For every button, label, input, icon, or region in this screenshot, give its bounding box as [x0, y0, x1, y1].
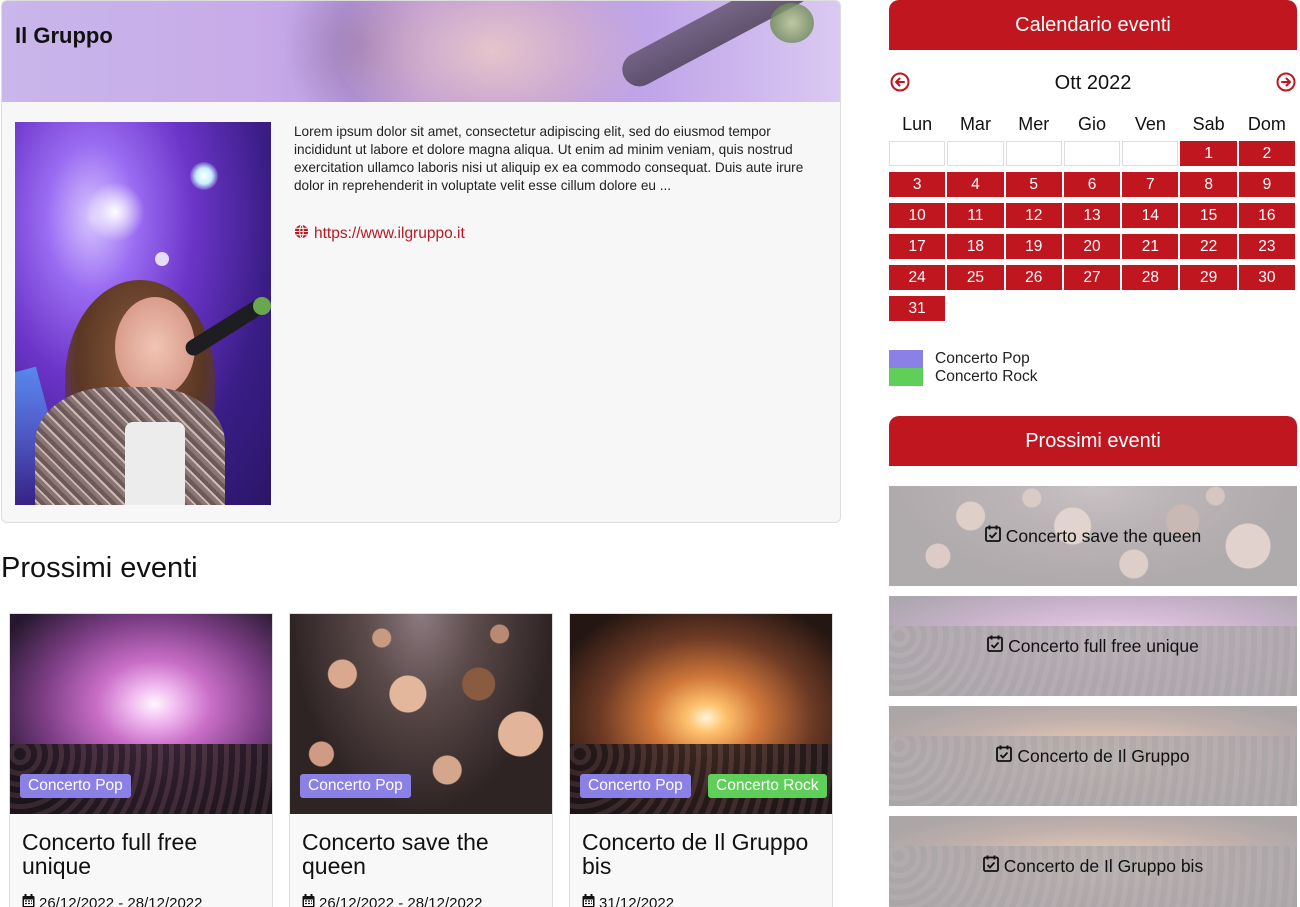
category-badge-pop: Concerto Pop [20, 774, 131, 798]
calendar-day[interactable]: 20 [1063, 234, 1121, 259]
upcoming-event-label: Concerto full free unique [1008, 635, 1199, 656]
events-heading: Prossimi eventi [1, 552, 198, 584]
weekday-header: Dom [1247, 114, 1286, 134]
legend-label: Concerto Pop [935, 350, 1030, 367]
upcoming-event-label: Concerto de Il Gruppo bis [1003, 855, 1204, 876]
category-badge-pop: Concerto Pop [580, 774, 691, 798]
weekday-header: Mer [1018, 114, 1050, 134]
calendar-day[interactable]: 16 [1238, 203, 1296, 228]
calendar-day[interactable]: 11 [947, 203, 1004, 228]
upcoming-event-item[interactable]: Concerto de Il Gruppo [889, 706, 1297, 806]
weekday-header: Mar [959, 114, 991, 134]
calendar-day[interactable]: 2 [1238, 141, 1296, 166]
calendar-check-icon [984, 525, 1001, 547]
calendar-day[interactable]: 28 [1122, 265, 1179, 290]
calendar-day[interactable]: 17 [889, 234, 946, 259]
upcoming-event-label: Concerto save the queen [1005, 525, 1202, 546]
calendar-day[interactable]: 26 [1005, 265, 1062, 290]
weekday-header: Lun [902, 114, 933, 134]
event-date: 26/12/2022 - 28/12/2022 [22, 894, 202, 907]
calendar-day[interactable]: 7 [1122, 172, 1179, 197]
calendar-day[interactable]: 15 [1180, 203, 1237, 228]
calendar-day[interactable]: 8 [1180, 172, 1237, 197]
legend-swatch [889, 350, 923, 368]
upcoming-event-item[interactable]: Concerto de Il Gruppo bis [889, 816, 1297, 907]
event-image: Concerto Pop Concerto Rock [570, 614, 832, 814]
group-website-url: https://www.ilgruppo.it [314, 225, 465, 242]
calendar-day[interactable]: 24 [889, 265, 946, 290]
calendar-day[interactable]: 22 [1180, 234, 1237, 259]
calendar-icon [22, 894, 35, 907]
calendar-day[interactable]: 10 [889, 203, 946, 228]
upcoming-event-item[interactable]: Concerto save the queen [889, 486, 1297, 586]
category-badge-pop: Concerto Pop [300, 774, 411, 798]
calendar-day[interactable]: 29 [1180, 265, 1237, 290]
calendar-day[interactable]: 14 [1122, 203, 1179, 228]
event-card[interactable]: Concerto Pop Concerto save the queen 26/… [289, 613, 553, 907]
event-image: Concerto Pop [290, 614, 552, 814]
calendar-empty-cell [1122, 141, 1179, 166]
event-card[interactable]: Concerto Pop Concerto Rock Concerto de I… [569, 613, 833, 907]
group-title: Il Gruppo [15, 23, 113, 48]
category-badge-rock: Concerto Rock [708, 774, 827, 798]
event-image: Concerto Pop [10, 614, 272, 814]
upcoming-event-item[interactable]: Concerto full free unique [889, 596, 1297, 696]
calendar-month: Ott 2022 [1054, 72, 1132, 94]
calendar-day[interactable]: 5 [1005, 172, 1062, 197]
calendar-day[interactable]: 13 [1063, 203, 1121, 228]
calendar-icon [302, 894, 315, 907]
event-date: 26/12/2022 - 28/12/2022 [302, 894, 482, 907]
calendar-icon [582, 894, 595, 907]
calendar-day[interactable]: 9 [1238, 172, 1296, 197]
calendar-day[interactable]: 4 [947, 172, 1004, 197]
group-card: Il Gruppo Lorem ipsum dolor sit amet, co… [1, 0, 841, 523]
event-date: 31/12/2022 [582, 894, 674, 907]
calendar-check-icon [996, 745, 1013, 767]
calendar-day[interactable]: 21 [1122, 234, 1179, 259]
calendar-empty-cell [889, 141, 946, 166]
upcoming-header: Prossimi eventi [889, 416, 1297, 466]
event-title[interactable]: Concerto full free unique [22, 830, 267, 878]
legend-swatch [889, 368, 923, 386]
calendar-legend: Concerto Pop Concerto Rock [889, 350, 1038, 386]
group-website-link[interactable]: https://www.ilgruppo.it [294, 224, 465, 244]
event-title[interactable]: Concerto save the queen [302, 830, 547, 878]
legend-label: Concerto Rock [935, 368, 1038, 385]
legend-item: Concerto Pop [889, 350, 1038, 368]
globe-icon [294, 224, 309, 244]
calendar-empty-cell [947, 141, 1004, 166]
calendar-grid: Lun Mar Mer Gio Ven Sab Dom 1 2 3 4 5 6 7 8 9 10 11 12 13 14… [889, 113, 1297, 321]
weekday-header: Gio [1078, 114, 1107, 134]
group-photo [15, 122, 271, 505]
calendar-day[interactable]: 6 [1063, 172, 1121, 197]
calendar-check-icon [982, 855, 999, 877]
calendar-day[interactable]: 23 [1238, 234, 1296, 259]
calendar-empty-cell [1063, 141, 1121, 166]
calendar-empty-cell [1005, 141, 1062, 166]
calendar-check-icon [987, 635, 1004, 657]
group-header-banner: Il Gruppo [2, 1, 840, 102]
calendar-day[interactable]: 25 [947, 265, 1004, 290]
legend-item: Concerto Rock [889, 368, 1038, 386]
arrow-right-circle-icon[interactable] [1276, 72, 1296, 92]
calendar-header: Calendario eventi [889, 0, 1297, 50]
calendar-day[interactable]: 18 [947, 234, 1004, 259]
weekday-header: Sab [1192, 114, 1225, 134]
event-title[interactable]: Concerto de Il Gruppo bis [582, 830, 827, 878]
calendar-day[interactable]: 3 [889, 172, 946, 197]
upcoming-event-label: Concerto de Il Gruppo [1017, 745, 1190, 766]
event-card[interactable]: Concerto Pop Concerto full free unique 2… [9, 613, 273, 907]
arrow-left-circle-icon[interactable] [890, 72, 910, 92]
calendar-day[interactable]: 1 [1180, 141, 1237, 166]
calendar-day[interactable]: 30 [1238, 265, 1296, 290]
calendar-day[interactable]: 19 [1005, 234, 1062, 259]
calendar-day[interactable]: 12 [1005, 203, 1062, 228]
group-description: Lorem ipsum dolor sit amet, consectetur … [294, 124, 804, 193]
weekday-header: Ven [1134, 114, 1166, 134]
calendar-day[interactable]: 31 [889, 296, 946, 321]
calendar-day[interactable]: 27 [1063, 265, 1121, 290]
